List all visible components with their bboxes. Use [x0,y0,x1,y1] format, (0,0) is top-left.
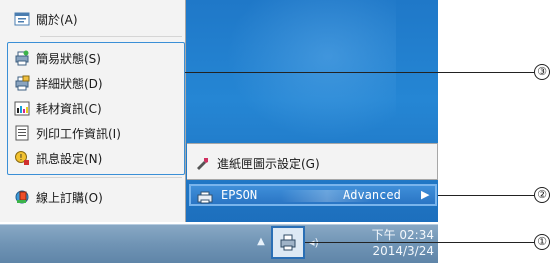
tray-settings-icon [195,155,211,171]
menu-separator [40,177,182,178]
submenu-arrow-icon: ▶ [421,188,430,201]
menu-item-about[interactable]: 關於(A) [2,8,184,30]
status-group-outline [7,42,185,175]
online-order-icon [14,189,30,205]
printer-tray-icon [280,234,296,251]
callout-number-3: ③ [534,64,550,80]
epson-tray-icon-button[interactable] [271,226,305,259]
menu-item-about-label: 關於(A) [36,12,78,27]
printer-mode: Advanced [343,188,401,202]
callout-line-2 [438,195,534,196]
speaker-icon[interactable]: ◂) [309,236,327,250]
printer-row-selected[interactable]: EPSON Advanced ▶ [189,184,437,206]
callout-number-2: ② [534,187,550,203]
tray-submenu: 進紙匣圖示設定(G) [187,143,438,180]
info-window-icon [14,11,30,27]
desktop-glow [226,0,396,140]
printer-brand: EPSON [221,188,258,202]
clock-date[interactable]: 2014/3/24 [358,244,434,260]
submenu-item-tray-icon-settings[interactable]: 進紙匣圖示設定(G) [195,153,320,173]
menu-separator [40,36,182,37]
submenu-item-label: 進紙匣圖示設定(G) [217,156,320,171]
callout-line-1 [305,242,534,243]
menu-item-online-order-label: 線上訂購(O) [36,190,103,205]
printer-icon [197,189,213,204]
callout-line-3 [185,72,534,73]
callout-number-1: ① [534,234,550,250]
menu-item-online-order[interactable]: 線上訂購(O) [2,186,184,208]
clock-time[interactable]: 下午 02:34 [358,226,434,242]
show-hidden-icons-button[interactable]: ▲ [255,236,267,248]
